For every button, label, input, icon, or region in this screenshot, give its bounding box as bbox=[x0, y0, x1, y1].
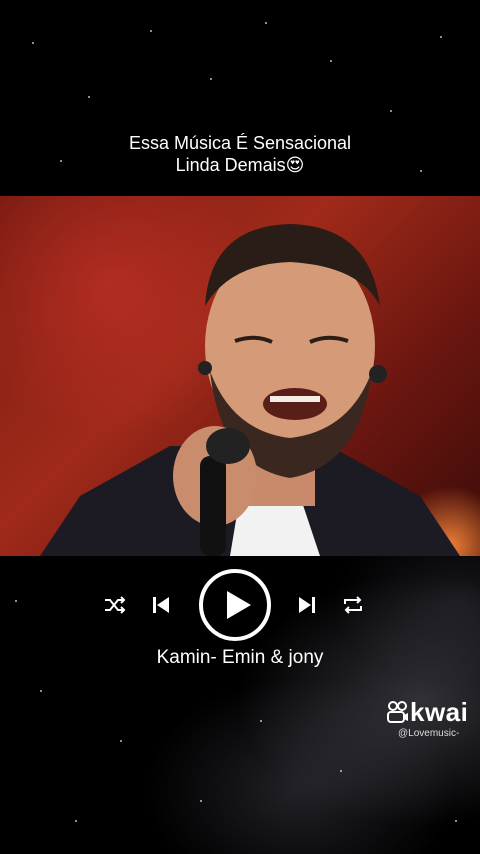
previous-icon bbox=[153, 597, 169, 613]
video-frame[interactable] bbox=[0, 196, 480, 556]
previous-button[interactable] bbox=[146, 590, 176, 620]
singer-illustration bbox=[40, 224, 460, 556]
caption-line-1: Essa Música É Sensacional bbox=[128, 133, 352, 153]
creator-handle: @Lovemusic- bbox=[398, 728, 460, 739]
kwai-brand: kwai bbox=[410, 697, 469, 727]
star bbox=[88, 96, 90, 98]
star bbox=[40, 690, 42, 692]
shuffle-button[interactable] bbox=[100, 590, 130, 620]
shuffle-icon bbox=[105, 596, 126, 614]
star bbox=[200, 800, 202, 802]
music-player bbox=[0, 566, 480, 643]
star bbox=[210, 78, 212, 80]
song-title: Kamin- Emin & jony bbox=[156, 647, 324, 668]
star bbox=[455, 820, 457, 822]
play-icon bbox=[199, 569, 271, 641]
caption-line-2: Linda Demais😍 bbox=[175, 155, 305, 175]
star bbox=[340, 770, 342, 772]
star bbox=[32, 42, 34, 44]
star bbox=[150, 30, 152, 32]
star bbox=[260, 720, 262, 722]
star bbox=[120, 740, 122, 742]
repeat-icon bbox=[344, 596, 362, 614]
repeat-button[interactable] bbox=[338, 590, 368, 620]
video-caption: Essa Música É Sensacional Linda Demais😍 bbox=[0, 132, 480, 176]
star bbox=[390, 110, 392, 112]
star bbox=[75, 820, 77, 822]
star bbox=[265, 22, 267, 24]
kwai-camera-icon bbox=[387, 701, 408, 723]
next-icon bbox=[299, 597, 315, 613]
play-button[interactable] bbox=[197, 567, 273, 643]
next-button[interactable] bbox=[292, 590, 322, 620]
kwai-logo: kwai bbox=[386, 698, 468, 726]
star bbox=[440, 36, 442, 38]
star bbox=[330, 60, 332, 62]
